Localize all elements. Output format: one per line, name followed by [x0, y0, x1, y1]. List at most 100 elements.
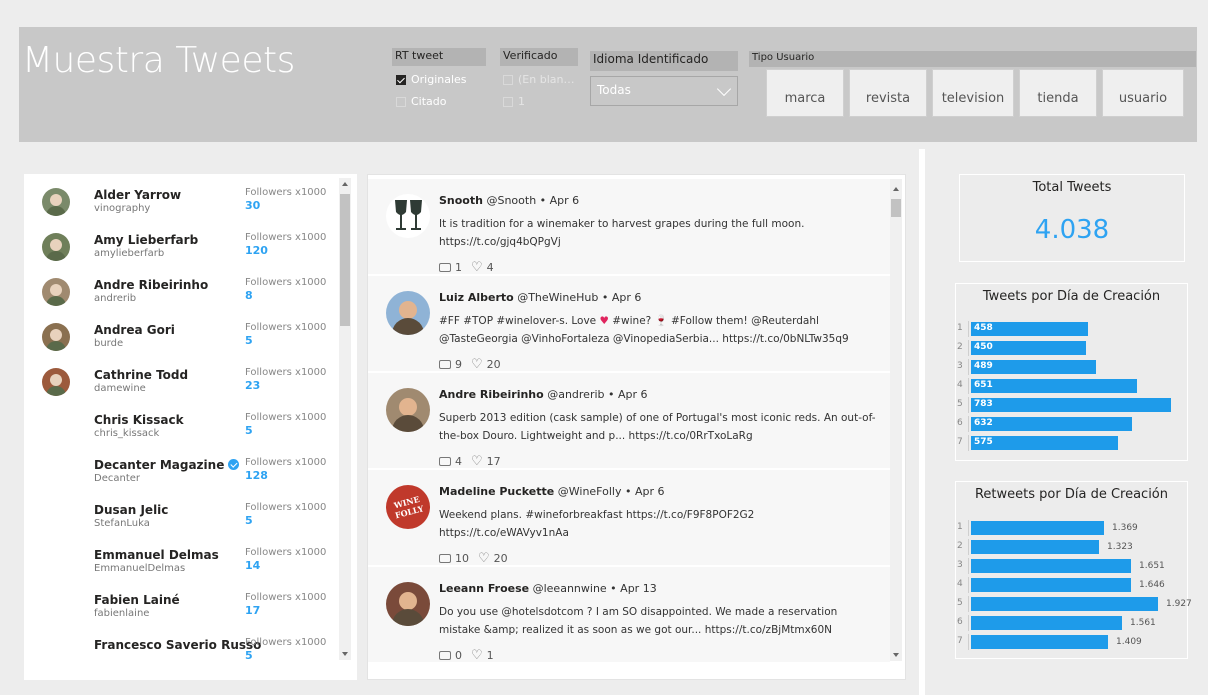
rt-option-citado[interactable]: Citado [396, 95, 447, 108]
verified-option-label: (En blan… [518, 73, 575, 86]
user-handle: StefanLuka [94, 518, 150, 529]
tweet-header: Snooth @Snooth • Apr 6 [439, 194, 580, 207]
bar-value-label: 1.369 [1112, 523, 1138, 533]
bar[interactable] [971, 521, 1104, 535]
tweet-handle: @andrerib [547, 388, 605, 401]
bar-axis-line [968, 397, 969, 413]
tweet-author: Andre Ribeirinho [439, 388, 544, 401]
tweet-header: Leeann Froese @leeannwine • Apr 13 [439, 582, 657, 595]
checkbox-checked-icon [396, 74, 406, 85]
tweet-date: Apr 13 [620, 582, 657, 595]
user-type-button-usuario[interactable]: usuario [1102, 69, 1184, 117]
user-name: Alder Yarrow [94, 188, 182, 202]
tweet-stats: 10 ♡ 20 [439, 552, 508, 565]
verified-option-blank[interactable]: (En blan… [503, 73, 574, 86]
bar-row: 3 1.651 [956, 558, 1187, 574]
retweet-count: 4 [455, 455, 462, 468]
scrollbar-thumb[interactable] [891, 199, 901, 217]
tweet-item[interactable]: Andre Ribeirinho @andrerib • Apr 6 Super… [368, 373, 890, 468]
tweet-text: #FF #TOP #winelover-s. Love ♥ #wine? 🍷 #… [439, 315, 849, 345]
user-type-button-revista[interactable]: revista [849, 69, 927, 117]
user-type-button-marca[interactable]: marca [766, 69, 844, 117]
user-row[interactable]: Dusan Jelic StefanLuka Followers x1000 5 [24, 489, 344, 534]
bar-axis-line [968, 359, 969, 375]
language-slicer-label: Idioma Identificado [590, 51, 738, 71]
avatar [386, 388, 430, 432]
chart-title: Tweets por Día de Creación [982, 289, 1161, 304]
followers-label: Followers x1000 [245, 547, 327, 558]
user-name: Fabien Lainé [94, 593, 180, 607]
scrollbar-thumb[interactable] [340, 194, 350, 326]
user-type-button-television[interactable]: television [932, 69, 1014, 117]
bar-value-label: 1.409 [1116, 637, 1142, 647]
scroll-down-icon[interactable] [342, 652, 348, 656]
bar-axis-line [968, 416, 969, 432]
user-row[interactable]: Emmanuel Delmas EmmanuelDelmas Followers… [24, 534, 344, 579]
language-dropdown[interactable]: Todas [590, 76, 738, 106]
page-title: Muestra Tweets [22, 40, 295, 81]
bar[interactable] [971, 597, 1158, 611]
bar-axis-line [968, 520, 969, 536]
bar-value-label: 458 [974, 323, 993, 333]
user-name: Andre Ribeirinho [94, 278, 209, 292]
bar[interactable] [971, 379, 1137, 393]
scroll-up-icon[interactable] [342, 182, 348, 186]
bar-category-label: 6 [957, 617, 963, 627]
user-row[interactable]: Francesco Saverio Russo Followers x1000 … [24, 624, 344, 669]
bar[interactable] [971, 578, 1131, 592]
tweet-date: Apr 6 [618, 388, 648, 401]
scroll-down-icon[interactable] [893, 653, 899, 657]
like-icon: ♡ [478, 551, 490, 566]
bar-category-label: 4 [957, 579, 963, 589]
bar-category-label: 1 [957, 323, 963, 333]
user-type-button-tienda[interactable]: tienda [1019, 69, 1097, 117]
panel-divider [919, 149, 925, 695]
tweet-item[interactable]: Leeann Froese @leeannwine • Apr 13 Do yo… [368, 567, 890, 662]
bar[interactable] [971, 559, 1131, 573]
bar-axis-line [968, 634, 969, 650]
user-row[interactable]: Fabien Lainé fabienlaine Followers x1000… [24, 579, 344, 624]
bar-value-label: 1.927 [1166, 599, 1192, 609]
bar[interactable] [971, 635, 1108, 649]
followers-label: Followers x1000 [245, 232, 327, 243]
user-handle: EmmanuelDelmas [94, 563, 186, 574]
tweet-feed-scrollbar[interactable] [890, 179, 902, 661]
rt-option-originales[interactable]: Originales [396, 73, 467, 86]
avatar [42, 368, 70, 396]
tweet-item[interactable]: Luiz Alberto @TheWineHub • Apr 6 #FF #TO… [368, 276, 890, 371]
user-handle: Decanter [94, 473, 141, 484]
scroll-up-icon[interactable] [893, 187, 899, 191]
followers-label: Followers x1000 [245, 412, 327, 423]
bar[interactable] [971, 398, 1171, 412]
tweet-item[interactable]: WINE FOLLY Madeline Puckette @WineFolly … [368, 470, 890, 565]
bar-category-label: 3 [957, 361, 963, 371]
followers-value: 14 [245, 559, 261, 572]
tweets-by-day-chart: Tweets por Día de Creación 1 458 2 450 3… [955, 283, 1188, 461]
bar[interactable] [971, 616, 1122, 630]
verified-option-1[interactable]: 1 [503, 95, 525, 108]
user-handle: fabienlaine [94, 608, 150, 619]
user-row[interactable]: Andrea Gori burde Followers x1000 5 [24, 309, 344, 354]
user-name: Emmanuel Delmas [94, 548, 219, 562]
bar-axis-line [968, 321, 969, 337]
followers-label: Followers x1000 [245, 367, 327, 378]
bar[interactable] [971, 436, 1118, 450]
user-list-scrollbar[interactable] [339, 178, 351, 660]
user-row[interactable]: Chris Kissack chris_kissack Followers x1… [24, 399, 344, 444]
bar[interactable] [971, 417, 1132, 431]
followers-label: Followers x1000 [245, 637, 327, 648]
user-row[interactable]: Amy Lieberfarb amylieberfarb Followers x… [24, 219, 344, 264]
tweet-item[interactable]: Snooth @Snooth • Apr 6 It is tradition f… [368, 179, 890, 274]
user-row[interactable]: Decanter Magazine Decanter Followers x10… [24, 444, 344, 489]
user-row[interactable]: Andre Ribeirinho andrerib Followers x100… [24, 264, 344, 309]
bar[interactable] [971, 540, 1099, 554]
user-row[interactable]: Cathrine Todd damewine Followers x1000 2… [24, 354, 344, 399]
user-row[interactable]: Alder Yarrow vinography Followers x1000 … [24, 174, 344, 219]
bar-category-label: 1 [957, 522, 963, 532]
followers-label: Followers x1000 [245, 457, 327, 468]
like-count: 1 [486, 649, 494, 662]
retweet-icon [439, 554, 451, 563]
user-handle: chris_kissack [94, 428, 160, 439]
avatar [42, 278, 70, 306]
user-handle: vinography [94, 203, 151, 214]
